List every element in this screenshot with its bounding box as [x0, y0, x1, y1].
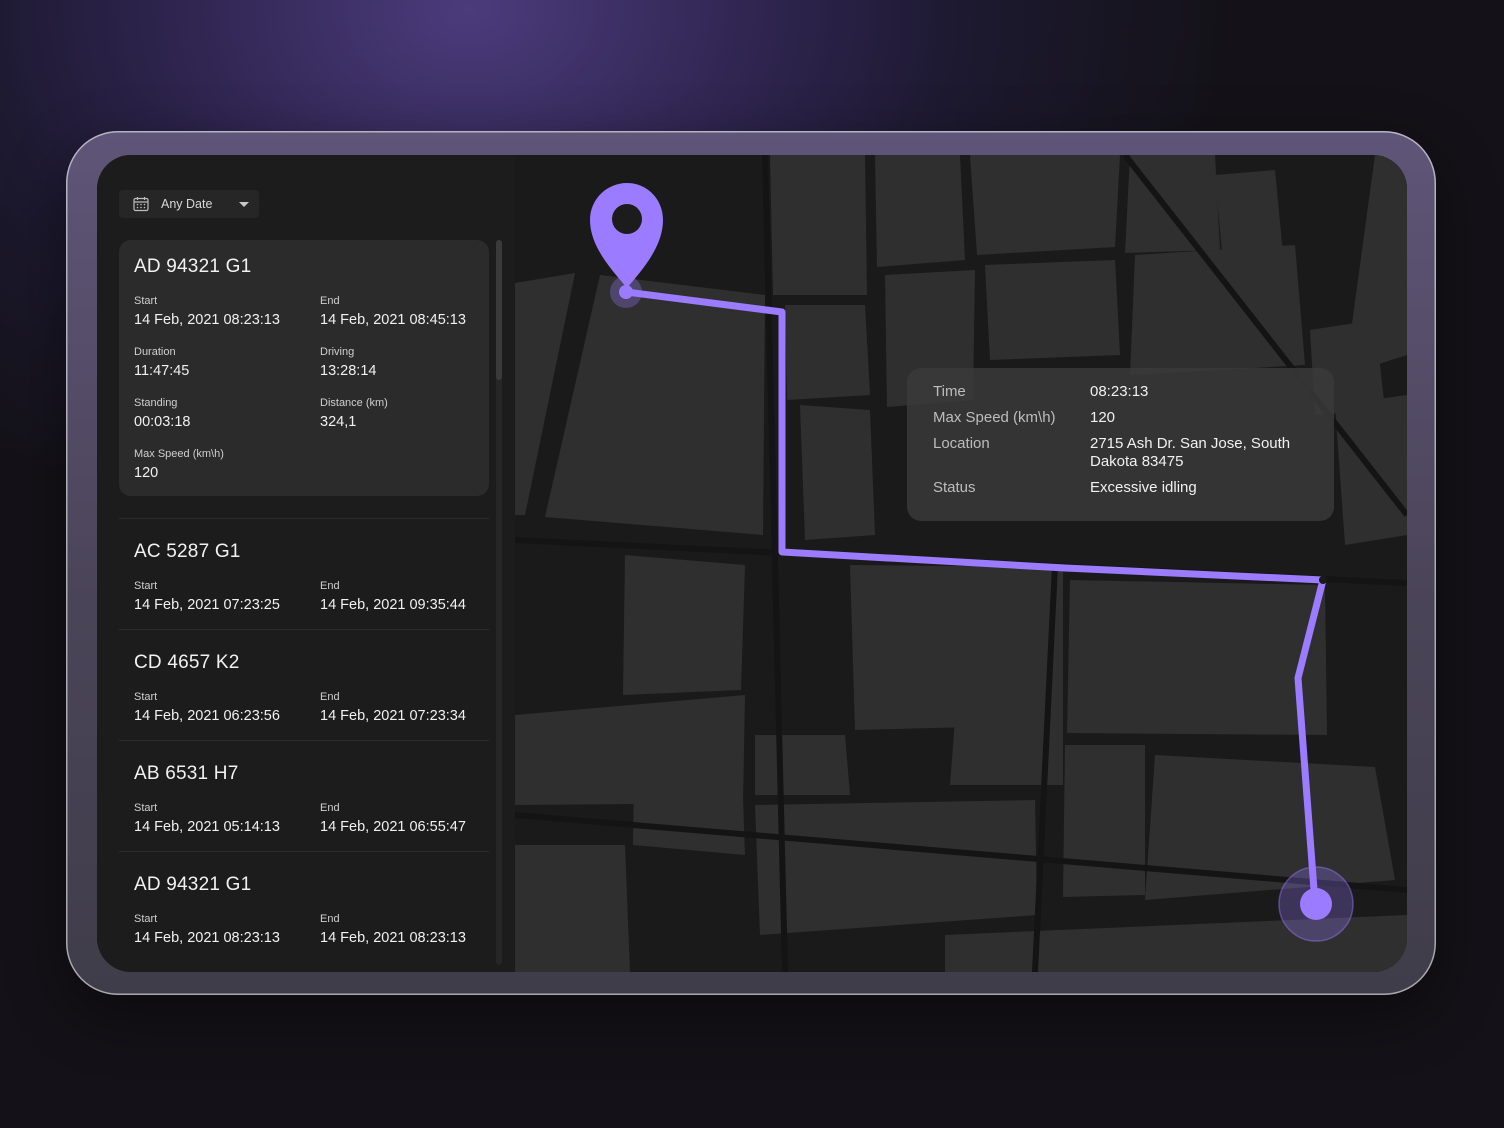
trip-plate: AD 94321 G1 [134, 256, 252, 277]
field-label: Max Speed (km\h) [134, 448, 224, 460]
trip-field-end: End 14 Feb, 2021 06:55:47 [320, 802, 489, 835]
trip-card[interactable]: AB 6531 H7 Start 14 Feb, 2021 05:14:13 E… [119, 740, 489, 851]
info-value: Excessive idling [1090, 479, 1197, 496]
field-value: 14 Feb, 2021 05:14:13 [134, 819, 280, 835]
trip-field-end: End 14 Feb, 2021 08:45:13 [320, 295, 489, 328]
trip-card[interactable]: AD 94321 G1 Start 14 Feb, 2021 08:23:13 … [119, 851, 489, 962]
info-value: 2715 Ash Dr. San Jose, South Dakota 8347… [1090, 435, 1291, 470]
field-value: 14 Feb, 2021 06:23:56 [134, 708, 280, 724]
app-screen: Any Date AD 94321 G1 Start 14 Feb, 2021 … [97, 155, 1407, 972]
field-label: Driving [320, 346, 355, 358]
scrollbar-thumb[interactable] [496, 240, 502, 380]
route-info-popup: Time 08:23:13 Max Speed (km\h) 120 Locat… [907, 368, 1334, 521]
trip-field-driving: Driving 13:28:14 [320, 346, 489, 379]
field-value: 14 Feb, 2021 07:23:25 [134, 597, 280, 613]
field-label: End [320, 913, 340, 925]
field-value: 120 [134, 465, 159, 481]
trip-card-selected[interactable]: AD 94321 G1 Start 14 Feb, 2021 08:23:13 … [119, 240, 489, 496]
info-label: Location [933, 435, 990, 452]
trip-plate: CD 4657 K2 [134, 652, 240, 673]
field-value: 14 Feb, 2021 07:23:34 [320, 708, 466, 724]
field-label: End [320, 580, 340, 592]
calendar-icon [133, 197, 149, 212]
field-value: 14 Feb, 2021 08:23:13 [134, 930, 280, 946]
info-value: 08:23:13 [1090, 383, 1149, 400]
trip-field-start: Start 14 Feb, 2021 06:23:56 [134, 691, 320, 724]
trip-field-end: End 14 Feb, 2021 07:23:34 [320, 691, 489, 724]
map-canvas [515, 155, 1407, 972]
field-value: 14 Feb, 2021 06:55:47 [320, 819, 466, 835]
field-value: 324,1 [320, 414, 357, 430]
info-label: Time [933, 383, 966, 400]
field-label: Duration [134, 346, 176, 358]
trip-plate: AD 94321 G1 [134, 874, 252, 895]
field-value: 14 Feb, 2021 08:45:13 [320, 312, 466, 328]
date-filter-label: Any Date [161, 197, 213, 211]
field-value: 11:47:45 [134, 363, 190, 379]
trips-sidebar: Any Date AD 94321 G1 Start 14 Feb, 2021 … [97, 155, 515, 972]
trip-list: AD 94321 G1 Start 14 Feb, 2021 08:23:13 … [119, 240, 489, 972]
trip-plate: AC 5287 G1 [134, 541, 241, 562]
field-label: End [320, 691, 340, 703]
field-value: 13:28:14 [320, 363, 377, 379]
field-label: Standing [134, 397, 178, 409]
trip-plate: AB 6531 H7 [134, 763, 239, 784]
info-row-location: Location 2715 Ash Dr. San Jose, South Da… [933, 435, 1308, 471]
field-value: 14 Feb, 2021 08:23:13 [134, 312, 280, 328]
info-row-max-speed: Max Speed (km\h) 120 [933, 409, 1308, 427]
field-label: End [320, 295, 340, 307]
destination-marker-icon[interactable] [1278, 866, 1354, 942]
info-value: 120 [1090, 409, 1116, 426]
trip-field-end: End 14 Feb, 2021 09:35:44 [320, 580, 489, 613]
chevron-down-icon [239, 201, 249, 207]
trip-field-end: End 14 Feb, 2021 08:23:13 [320, 913, 489, 946]
field-label: Start [134, 913, 158, 925]
trip-card[interactable]: AC 5287 G1 Start 14 Feb, 2021 07:23:25 E… [119, 518, 489, 629]
trip-field-max-speed: Max Speed (km\h) 120 [134, 448, 320, 481]
trip-field-standing: Standing 00:03:18 [134, 397, 320, 430]
trip-card[interactable]: CD 4657 K2 Start 14 Feb, 2021 06:23:56 E… [119, 629, 489, 740]
trip-field-distance: Distance (km) 324,1 [320, 397, 489, 430]
field-value: 14 Feb, 2021 09:35:44 [320, 597, 466, 613]
trip-field-duration: Duration 11:47:45 [134, 346, 320, 379]
trip-field-start: Start 14 Feb, 2021 08:23:13 [134, 295, 320, 328]
info-label: Status [933, 479, 976, 496]
date-filter-dropdown[interactable]: Any Date [119, 190, 259, 218]
field-label: Start [134, 580, 158, 592]
field-label: End [320, 802, 340, 814]
trip-list-scrollbar[interactable] [496, 240, 502, 965]
field-label: Start [134, 691, 158, 703]
info-label: Max Speed (km\h) [933, 409, 1056, 426]
waypoint-dot [1319, 576, 1327, 584]
field-label: Distance (km) [320, 397, 388, 409]
field-label: Start [134, 295, 158, 307]
info-row-status: Status Excessive idling [933, 479, 1308, 497]
info-row-time: Time 08:23:13 [933, 383, 1308, 401]
field-value: 14 Feb, 2021 08:23:13 [320, 930, 466, 946]
field-label: Start [134, 802, 158, 814]
route-map[interactable] [515, 155, 1407, 972]
trip-field-start: Start 14 Feb, 2021 05:14:13 [134, 802, 320, 835]
trip-field-start: Start 14 Feb, 2021 07:23:25 [134, 580, 320, 613]
trip-field-start: Start 14 Feb, 2021 08:23:13 [134, 913, 320, 946]
field-value: 00:03:18 [134, 414, 191, 430]
